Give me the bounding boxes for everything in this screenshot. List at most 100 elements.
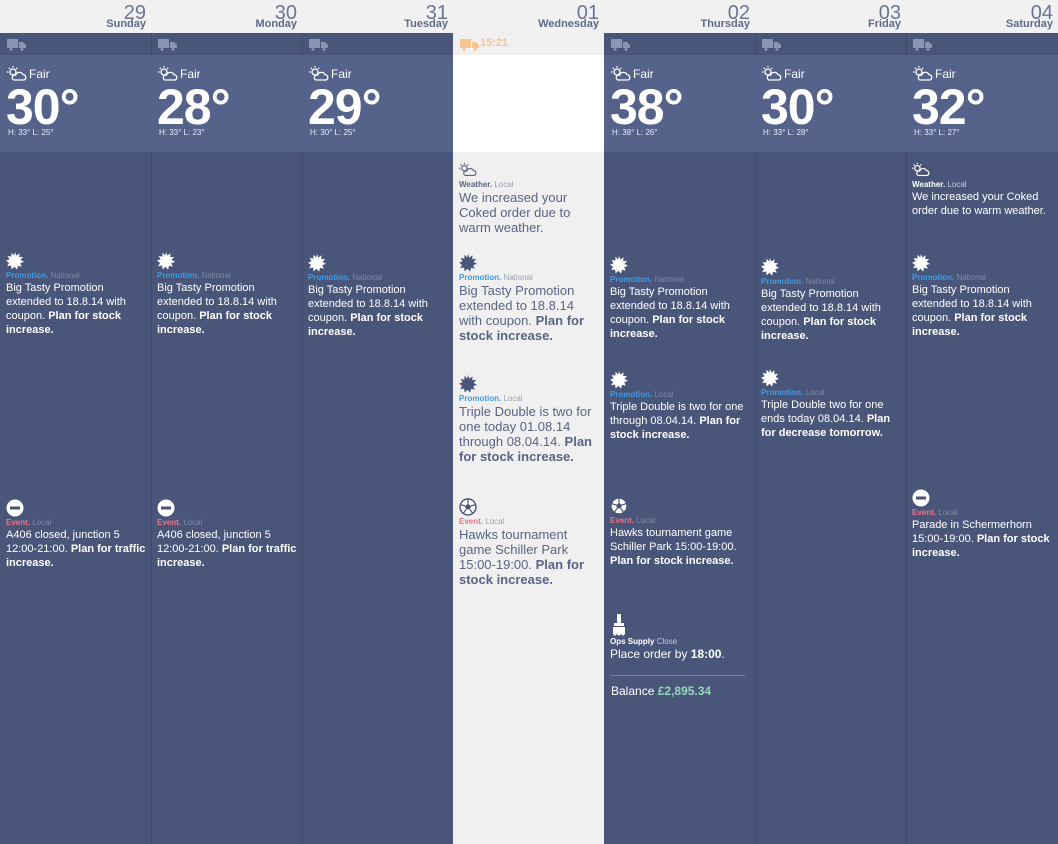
column-divider — [906, 33, 907, 844]
card-tag: Weather. Local — [912, 180, 1054, 190]
day-column-sunday: 29 Sunday Fair 30° H: 33° L: 25° Promoti… — [0, 0, 151, 844]
card-scope: Local — [32, 518, 52, 527]
card-text: A406 closed, junction 5 12:00-21:00. Pla… — [157, 528, 298, 570]
card-scope: Local — [938, 508, 958, 517]
promotion-card[interactable]: Promotion. National Big Tasty Promotion … — [761, 258, 902, 343]
balance-divider — [611, 675, 745, 676]
day-name: Monday — [255, 18, 297, 30]
day-column-tuesday: 31 Tuesday Fair 29° H: 30° L: 25° Promot… — [302, 0, 453, 844]
day-column-monday: 30 Monday Fair 28° H: 33° L: 23° Promoti… — [151, 0, 302, 844]
card-tag: Event. Local — [610, 516, 751, 526]
day-header[interactable]: 04 Saturday — [906, 0, 1058, 33]
day-body: Fair 38° H: 38° L: 26° Promotion. Nation… — [604, 33, 755, 844]
balance-label: Balance — [611, 684, 655, 698]
partly-cloudy-icon — [459, 162, 477, 176]
ops-supply-card[interactable]: Ops Supply Close Place order by 18:00. — [610, 614, 751, 661]
weather-panel[interactable]: Fair 32° H: 33° L: 27° — [906, 55, 1058, 152]
day-name: Tuesday — [404, 18, 448, 30]
truck-icon — [913, 39, 932, 51]
card-type: Event. — [610, 516, 635, 525]
delivery-row[interactable] — [755, 33, 906, 55]
delivery-row[interactable]: 15:21 — [453, 33, 604, 55]
card-tag: Promotion. Local — [610, 390, 751, 400]
promotion-burst-icon — [6, 252, 24, 270]
truck-icon — [460, 39, 479, 51]
card-scope: National — [805, 277, 835, 286]
day-header[interactable]: 29 Sunday — [0, 0, 151, 33]
day-body: Fair 32° H: 33° L: 27° Weather. Local We… — [906, 33, 1058, 844]
delivery-row[interactable] — [906, 33, 1058, 55]
weather-panel[interactable]: Fair 30° H: 33° L: 28° — [755, 55, 906, 152]
high-low: H: 38° L: 26° — [612, 128, 658, 137]
card-text: Parade in Schermerhorn 15:00-19:00. Plan… — [912, 518, 1054, 560]
promotion-card[interactable]: Promotion. National Big Tasty Promotion … — [459, 254, 600, 343]
truck-icon — [309, 39, 328, 51]
card-message: We increased your Coked order due to war… — [459, 190, 571, 235]
card-scope: National — [50, 271, 80, 280]
promotion-burst-icon — [761, 369, 779, 387]
day-name: Sunday — [106, 18, 146, 30]
weather-panel[interactable]: Fair 38° H: 38° L: 26° — [604, 55, 755, 152]
weather-panel[interactable] — [453, 55, 604, 152]
soccer-ball-icon — [610, 497, 628, 515]
card-type: Promotion. — [459, 273, 502, 282]
day-body: Fair 30° H: 33° L: 25° Promotion. Nation… — [0, 33, 151, 844]
delivery-row[interactable] — [151, 33, 302, 55]
card-text: Triple Double is two for one through 08.… — [610, 400, 751, 442]
card-action: Plan for stock increase. — [610, 555, 734, 567]
day-header[interactable]: 31 Tuesday — [302, 0, 453, 33]
card-text: A406 closed, junction 5 12:00-21:00. Pla… — [6, 528, 147, 570]
card-type: Promotion. — [6, 271, 49, 280]
paint-brush-icon — [613, 614, 625, 636]
card-tag: Promotion. National — [459, 273, 600, 283]
delivery-row[interactable] — [302, 33, 453, 55]
weather-panel[interactable]: Fair 30° H: 33° L: 25° — [0, 55, 151, 152]
promotion-card[interactable]: Promotion. National Big Tasty Promotion … — [610, 256, 751, 341]
event-card[interactable]: Event. Local Parade in Schermerhorn 15:0… — [912, 489, 1054, 560]
card-tag: Promotion. Local — [761, 388, 902, 398]
event-card[interactable]: Event. Local Hawks tournament game Schil… — [459, 498, 600, 587]
high-low: H: 33° L: 25° — [8, 128, 54, 137]
card-tag: Promotion. National — [308, 273, 449, 283]
promotion-card[interactable]: Promotion. National Big Tasty Promotion … — [912, 254, 1054, 339]
no-entry-icon — [157, 499, 175, 517]
delivery-row[interactable] — [604, 33, 755, 55]
event-card[interactable]: Event. Local A406 closed, junction 5 12:… — [6, 499, 147, 570]
day-header[interactable]: 30 Monday — [151, 0, 302, 33]
day-header[interactable]: 03 Friday — [755, 0, 906, 33]
weather-panel[interactable]: Fair 29° H: 30° L: 25° — [302, 55, 453, 152]
card-type: Promotion. — [761, 277, 804, 286]
high-low: H: 33° L: 27° — [914, 128, 960, 137]
card-tag: Promotion. National — [6, 271, 147, 281]
promotion-card[interactable]: Promotion. National Big Tasty Promotion … — [6, 252, 147, 337]
event-card[interactable]: Event. Local A406 closed, junction 5 12:… — [157, 499, 298, 570]
weather-card[interactable]: Weather. Local We increased your Coked o… — [459, 161, 600, 235]
card-text: Big Tasty Promotion extended to 18.8.14 … — [6, 281, 147, 337]
card-type: Weather. — [912, 180, 946, 189]
promotion-card[interactable]: Promotion. Local Triple Double is two fo… — [459, 375, 600, 464]
card-message: We increased your Coked order due to war… — [912, 191, 1046, 217]
card-type: Event. — [157, 518, 182, 527]
day-header[interactable]: 01 Wednesday — [453, 0, 604, 33]
promotion-card[interactable]: Promotion. Local Triple Double two for o… — [761, 369, 902, 440]
truck-icon — [611, 39, 630, 51]
day-body: 15:21 Weather. Local We increased your C… — [453, 33, 604, 844]
day-header[interactable]: 02 Thursday — [604, 0, 755, 33]
promotion-card[interactable]: Promotion. Local Triple Double is two fo… — [610, 371, 751, 442]
promotion-card[interactable]: Promotion. National Big Tasty Promotion … — [157, 252, 298, 337]
delivery-row[interactable] — [0, 33, 151, 55]
card-scope: Local — [947, 180, 967, 189]
card-type: Promotion. — [610, 275, 653, 284]
card-action: 18:00 — [690, 647, 722, 661]
card-tag: Event. Local — [157, 518, 298, 528]
weather-panel[interactable]: Fair 28° H: 33° L: 23° — [151, 55, 302, 152]
high-low: H: 30° L: 25° — [310, 128, 356, 137]
card-text: We increased your Coked order due to war… — [459, 190, 600, 235]
card-type: Promotion. — [610, 390, 653, 399]
truck-icon — [7, 39, 26, 51]
card-type: Event. — [6, 518, 31, 527]
weather-card[interactable]: Weather. Local We increased your Coked o… — [912, 161, 1054, 218]
promotion-card[interactable]: Promotion. National Big Tasty Promotion … — [308, 254, 449, 339]
event-card[interactable]: Event. Local Hawks tournament game Schil… — [610, 497, 751, 568]
column-divider — [151, 33, 152, 844]
